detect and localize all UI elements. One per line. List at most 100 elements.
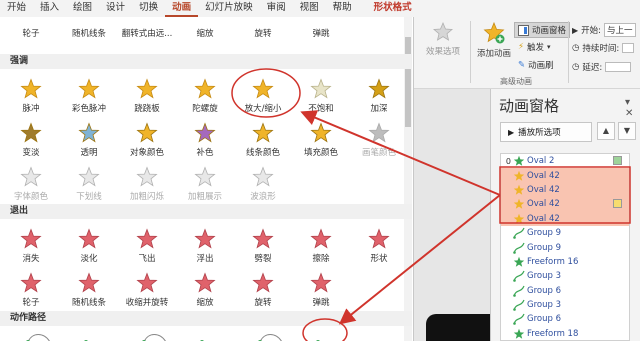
motion-path-icon[interactable] <box>140 330 170 341</box>
move-up-button[interactable]: ▲ <box>597 122 615 140</box>
exit-effect[interactable]: 擦除 <box>292 225 350 269</box>
tab-9[interactable]: 帮助 <box>326 0 359 17</box>
animation-list-item[interactable]: Freeform 18 <box>501 327 629 340</box>
entrance-effect[interactable]: 翻转式由远... <box>118 17 176 43</box>
emphasis-effect[interactable]: 彩色脉冲 <box>60 75 118 119</box>
emphasis-effect[interactable]: 波浪形 <box>234 163 292 207</box>
entrance-effect[interactable]: 缩放 <box>176 17 234 43</box>
exit-effect[interactable]: 缩放 <box>176 269 234 313</box>
animation-list-item[interactable]: Oval 42 <box>501 168 629 183</box>
emphasis-effect[interactable]: 加深 <box>350 75 408 119</box>
start-control[interactable]: ▶ 开始: 与上一 <box>572 23 636 37</box>
emphasis-effect[interactable]: 加粗展示 <box>176 163 234 207</box>
tab-10[interactable]: 形状格式 <box>367 0 419 17</box>
effect-label: 不饱和 <box>308 104 334 114</box>
effect-label: 擦除 <box>312 254 330 264</box>
motion-path-icon[interactable] <box>198 330 228 341</box>
emphasis-effect[interactable]: 下划线 <box>60 163 118 207</box>
effect-label: 彩色脉冲 <box>71 104 106 114</box>
effect-label: 填充颜色 <box>303 148 338 158</box>
tab-5[interactable]: 动画 <box>165 0 199 17</box>
trigger-button[interactable]: ⚡ 触发 ▾ <box>518 41 551 53</box>
emphasis-effect[interactable]: 对象颜色 <box>118 119 176 163</box>
animation-list-item[interactable]: Group 6 <box>501 284 629 298</box>
ribbon-tab-bar: 开始 插入 绘图 设计 切换 动画 幻灯片放映 审阅 视图 帮助 形状格式 <box>0 0 640 17</box>
exit-effect[interactable]: 淡化 <box>60 225 118 269</box>
star-effect-icon <box>252 78 274 99</box>
emphasis-effect[interactable]: 变淡 <box>2 119 60 163</box>
exit-effect[interactable]: 飞出 <box>118 225 176 269</box>
emphasis-effect[interactable]: 加粗闪烁 <box>118 163 176 207</box>
entrance-effect[interactable]: 轮子 <box>2 17 60 43</box>
star-green-icon <box>513 155 525 166</box>
animation-list-item[interactable]: Freeform 16 <box>501 255 629 269</box>
effect-options-button[interactable]: 效果选项 <box>420 21 466 57</box>
motion-path-icon[interactable] <box>24 330 54 341</box>
exit-effect[interactable]: 消失 <box>2 225 60 269</box>
motion-path-icon[interactable] <box>82 330 112 341</box>
tab-0[interactable]: 开始 <box>0 0 33 17</box>
pane-close-icon[interactable]: ▾ ✕ <box>625 97 640 119</box>
animation-painter-button[interactable]: ✎ 动画刷 <box>518 59 554 71</box>
tab-7[interactable]: 审阅 <box>260 0 293 17</box>
emphasis-effect[interactable]: 跷跷板 <box>118 75 176 119</box>
effect-label: 随机线条 <box>71 29 106 39</box>
tab-4[interactable]: 切换 <box>132 0 165 17</box>
tab-3[interactable]: 设计 <box>99 0 132 17</box>
motion-path-icon[interactable] <box>314 330 344 341</box>
effect-label: 旋转 <box>254 298 272 308</box>
emphasis-effect[interactable]: 补色 <box>176 119 234 163</box>
tab-6[interactable]: 幻灯片放映 <box>198 0 260 17</box>
star-effect-icon <box>136 166 158 187</box>
tab-2[interactable]: 绘图 <box>66 0 99 17</box>
animation-list-item[interactable]: Oval 42 <box>501 211 629 226</box>
emphasis-effect[interactable]: 陀螺旋 <box>176 75 234 119</box>
duration-control[interactable]: ◷ 持续时间: <box>572 42 635 54</box>
duration-input[interactable] <box>622 43 635 53</box>
entrance-effect[interactable]: 随机线条 <box>60 17 118 43</box>
star-effect-icon <box>20 122 42 143</box>
ribbon-separator <box>470 21 471 83</box>
exit-effect[interactable]: 形状 <box>350 225 408 269</box>
animation-list-item[interactable]: Group 3 <box>501 269 629 283</box>
play-selected-button[interactable]: ▶ 播放所选项 <box>500 122 592 142</box>
star-effect-icon <box>194 122 216 143</box>
exit-effect[interactable]: 旋转 <box>234 269 292 313</box>
emphasis-effect[interactable]: 脉冲 <box>2 75 60 119</box>
exit-effect[interactable]: 随机线条 <box>60 269 118 313</box>
path-curve <box>27 334 50 341</box>
animation-list: 0 Oval 2 Oval 42 Oval 42 Oval 42 Oval 42 Group… <box>500 153 630 341</box>
exit-effect[interactable]: 浮出 <box>176 225 234 269</box>
entrance-effect[interactable]: 旋转 <box>234 17 292 43</box>
animation-list-item[interactable]: Group 3 <box>501 298 629 312</box>
emphasis-effect[interactable]: 放大/缩小 <box>234 75 292 119</box>
animation-list-item[interactable]: Group 9 <box>501 240 629 254</box>
emphasis-effect[interactable]: 透明 <box>60 119 118 163</box>
emphasis-effect[interactable]: 线条颜色 <box>234 119 292 163</box>
star-effect-icon <box>78 122 100 143</box>
motion-path-icon[interactable] <box>256 330 286 341</box>
tab-8[interactable]: 视图 <box>293 0 326 17</box>
animation-list-item[interactable]: 0 Oval 2 <box>501 154 629 168</box>
start-dropdown[interactable]: 与上一 <box>604 23 636 37</box>
entrance-effect[interactable]: 弹跳 <box>292 17 350 43</box>
animation-list-item[interactable]: Oval 42 <box>501 197 629 212</box>
delay-input[interactable] <box>605 62 632 72</box>
delay-control[interactable]: ◷ 延迟: <box>572 61 632 73</box>
tab-1[interactable]: 插入 <box>33 0 66 17</box>
emphasis-effect[interactable]: 填充颜色 <box>292 119 350 163</box>
move-down-button[interactable]: ▼ <box>618 122 636 140</box>
add-animation-button[interactable]: 添加动画 <box>474 21 514 59</box>
exit-effect[interactable]: 收缩并旋转 <box>118 269 176 313</box>
emphasis-effect[interactable]: 字体颜色 <box>2 163 60 207</box>
animation-list-item[interactable]: Group 6 <box>501 312 629 326</box>
emphasis-section-header: 强调 <box>0 54 412 69</box>
exit-effect[interactable]: 弹跳 <box>292 269 350 313</box>
animation-list-item[interactable]: Group 9 <box>501 226 629 240</box>
animation-pane-button[interactable]: 动画窗格 <box>514 22 571 38</box>
emphasis-effect[interactable]: 画笔颜色 <box>350 119 408 163</box>
emphasis-effect[interactable]: 不饱和 <box>292 75 350 119</box>
exit-effect[interactable]: 轮子 <box>2 269 60 313</box>
animation-list-item[interactable]: Oval 42 <box>501 182 629 198</box>
exit-effect[interactable]: 劈裂 <box>234 225 292 269</box>
